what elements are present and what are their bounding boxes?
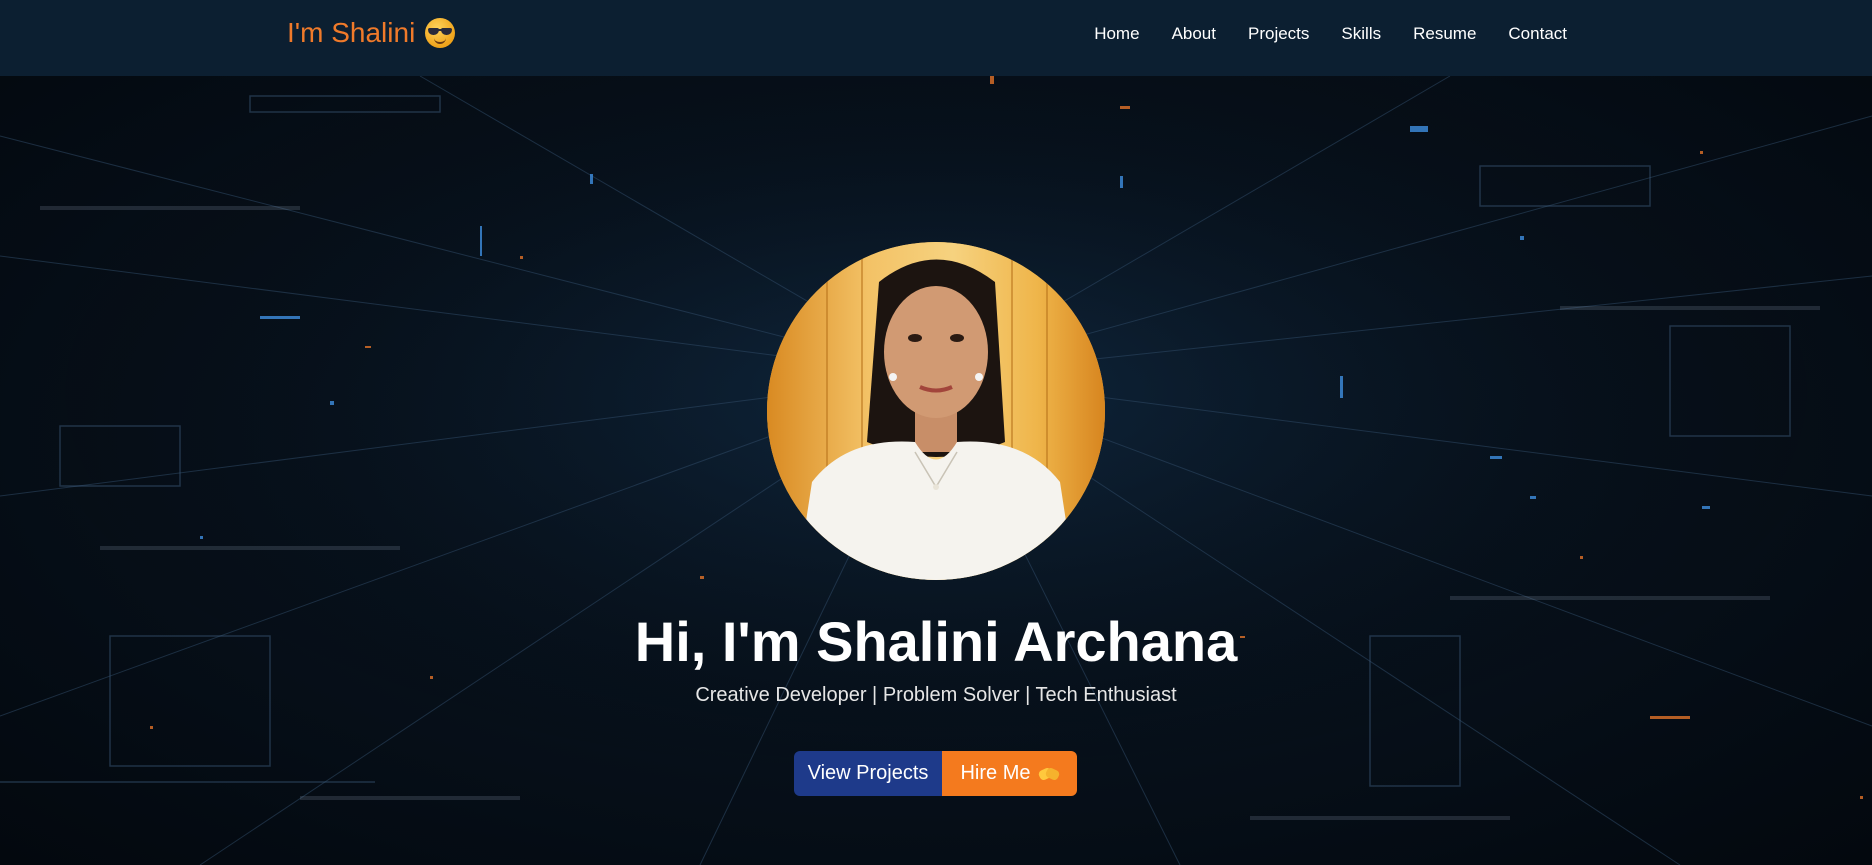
hero-tagline: Creative Developer | Problem Solver | Te… bbox=[695, 684, 1177, 706]
nav-links: Home About Projects Skills Resume Contac… bbox=[1094, 24, 1567, 44]
view-projects-button[interactable]: View Projects bbox=[794, 751, 942, 796]
nav-home[interactable]: Home bbox=[1094, 24, 1139, 44]
nav-projects[interactable]: Projects bbox=[1248, 24, 1309, 44]
hire-me-button[interactable]: Hire Me bbox=[942, 751, 1077, 796]
view-projects-label: View Projects bbox=[807, 762, 929, 784]
brand-name[interactable]: I'm Shalini bbox=[287, 17, 415, 49]
nav-skills[interactable]: Skills bbox=[1341, 24, 1381, 44]
navbar: I'm Shalini Home About Projects Skills R… bbox=[0, 0, 1872, 76]
hero-section: Hi, I'm Shalini Archana Creative Develop… bbox=[0, 76, 1872, 865]
hire-me-label: Hire Me bbox=[960, 762, 1031, 784]
nav-about[interactable]: About bbox=[1172, 24, 1216, 44]
nav-contact[interactable]: Contact bbox=[1508, 24, 1567, 44]
sunglasses-smiley-icon bbox=[425, 18, 456, 48]
cta-button-group: View Projects Hire Me bbox=[794, 751, 1077, 796]
brand[interactable]: I'm Shalini bbox=[287, 17, 456, 49]
hero-headline: Hi, I'm Shalini Archana bbox=[634, 610, 1238, 673]
handshake-icon bbox=[1036, 766, 1061, 782]
nav-resume[interactable]: Resume bbox=[1413, 24, 1476, 44]
profile-photo bbox=[767, 242, 1105, 580]
